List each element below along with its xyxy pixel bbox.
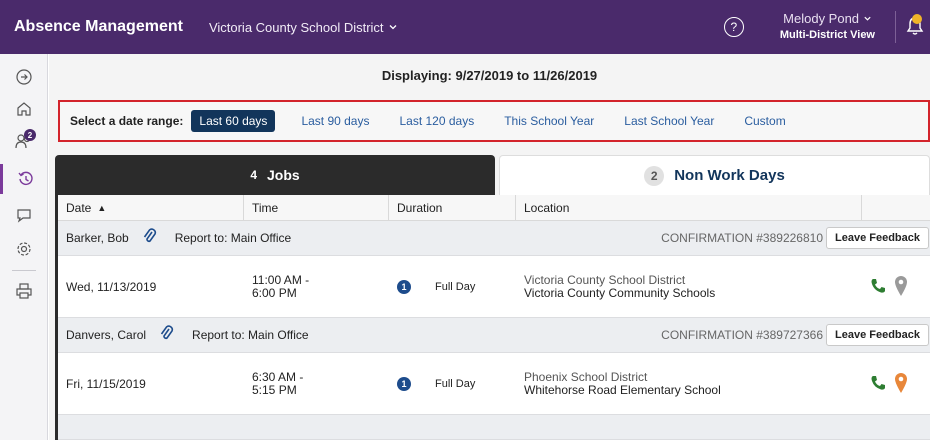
home-icon[interactable]	[0, 94, 48, 124]
chat-icon[interactable]	[0, 200, 48, 230]
col-duration[interactable]: Duration	[389, 195, 516, 221]
phone-icon[interactable]	[868, 276, 888, 299]
leave-feedback-button[interactable]: Leave Feedback	[826, 324, 929, 346]
confirmation-number: CONFIRMATION #389727366	[661, 328, 823, 342]
gear-icon[interactable]	[0, 234, 48, 264]
employee-group	[58, 415, 930, 440]
displaying-range: Displaying: 9/27/2019 to 11/26/2019	[381, 67, 598, 83]
employee-name: Danvers, Carol	[66, 328, 147, 342]
jobs-table: Date ▲ Time Duration Location Barker, Bo…	[55, 195, 930, 440]
help-icon[interactable]: ?	[723, 17, 744, 37]
notification-dot	[912, 14, 922, 24]
tab-jobs[interactable]: 4 Jobs	[55, 155, 495, 195]
paperclip-icon[interactable]	[160, 324, 174, 346]
range-last-120[interactable]: Last 120 days	[391, 110, 482, 132]
col-actions	[862, 195, 930, 221]
range-this-school-year[interactable]: This School Year	[496, 110, 602, 132]
main-content: Displaying: 9/27/2019 to 11/26/2019 Sele…	[49, 54, 930, 440]
range-last-school-year[interactable]: Last School Year	[616, 110, 722, 132]
header-divider	[895, 11, 896, 43]
non-work-count: 2	[644, 165, 665, 186]
job-time: 11:00 AM -6:00 PM	[252, 256, 382, 318]
district-name: Victoria County School District	[208, 19, 384, 35]
district-selector[interactable]: Victoria County School District	[209, 20, 398, 35]
col-location[interactable]: Location	[516, 195, 862, 221]
map-pin-icon[interactable]	[894, 372, 908, 397]
employee-group: Barker, Bob Report to: Main Office CONFI…	[58, 221, 930, 256]
user-name: Melody Pond	[783, 11, 860, 26]
job-location: Victoria County School District Victoria …	[524, 256, 854, 318]
non-work-label: Non Work Days	[674, 167, 785, 184]
report-to: Report to: Main Office	[174, 231, 292, 245]
rail-divider	[12, 270, 36, 271]
jobs-label: Jobs	[267, 167, 300, 183]
date-range-selector: Select a date range: Last 60 days Last 9…	[58, 100, 930, 142]
expand-nav-icon[interactable]	[0, 62, 48, 92]
time-end: 6:00 PM	[252, 286, 297, 300]
job-date: Wed, 11/13/2019	[66, 280, 157, 294]
employee-group: Danvers, Carol Report to: Main Office CO…	[58, 318, 930, 353]
history-icon[interactable]	[0, 164, 48, 194]
people-icon[interactable]: 2	[0, 126, 48, 156]
top-bar: Absence Management Victoria County Schoo…	[0, 0, 930, 54]
phone-icon[interactable]	[868, 373, 888, 396]
range-custom[interactable]: Custom	[736, 110, 793, 132]
map-pin-icon[interactable]	[894, 275, 908, 300]
sort-asc-icon: ▲	[97, 203, 107, 213]
time-end: 5:15 PM	[252, 383, 297, 397]
left-nav-rail: 2	[0, 54, 48, 440]
location-school: Whitehorse Road Elementary School	[524, 383, 721, 397]
location-school: Victoria County Community Schools	[524, 286, 716, 300]
duration-text: Full Day	[435, 281, 476, 293]
date-range-label: Select a date range:	[70, 114, 184, 128]
job-location: Phoenix School District Whitehorse Road E…	[524, 353, 854, 415]
row-actions	[868, 353, 928, 415]
tab-non-work-days[interactable]: 2 Non Work Days	[499, 155, 930, 195]
table-row[interactable]: Fri, 11/15/2019 6:30 AM -5:15 PM 1 Full …	[58, 353, 930, 415]
notifications-button[interactable]	[906, 12, 930, 42]
tabs: 4 Jobs 2 Non Work Days	[55, 155, 930, 195]
report-to: Report to: Main Office	[192, 328, 309, 342]
user-menu[interactable]: Melody Pond Multi-District View	[780, 11, 875, 43]
duration-text: Full Day	[435, 378, 476, 390]
range-last-60[interactable]: Last 60 days	[191, 110, 276, 132]
job-duration: 1 Full Day	[397, 353, 517, 415]
duration-icon: 1	[397, 377, 411, 391]
chevron-down-icon	[388, 20, 398, 35]
range-last-90[interactable]: Last 90 days	[293, 110, 377, 132]
printer-icon[interactable]	[0, 276, 48, 306]
job-duration: 1 Full Day	[397, 256, 517, 318]
job-time: 6:30 AM -5:15 PM	[252, 353, 382, 415]
table-header: Date ▲ Time Duration Location	[58, 195, 930, 221]
user-view: Multi-District View	[779, 29, 875, 41]
confirmation-number: CONFIRMATION #389226810	[661, 231, 823, 245]
row-actions	[868, 256, 928, 318]
col-time[interactable]: Time	[244, 195, 389, 221]
app-title: Absence Management	[14, 18, 183, 35]
chevron-down-icon	[863, 11, 872, 26]
employee-name: Barker, Bob	[66, 231, 129, 245]
people-badge: 2	[24, 129, 36, 141]
paperclip-icon[interactable]	[143, 227, 157, 249]
leave-feedback-button[interactable]: Leave Feedback	[826, 227, 929, 249]
table-row[interactable]: Wed, 11/13/2019 11:00 AM -6:00 PM 1 Full…	[58, 256, 930, 318]
col-date-label: Date	[66, 201, 92, 215]
duration-icon: 1	[397, 280, 411, 294]
col-date[interactable]: Date ▲	[58, 195, 244, 221]
jobs-count: 4	[250, 168, 257, 182]
job-date: Fri, 11/15/2019	[66, 377, 146, 391]
